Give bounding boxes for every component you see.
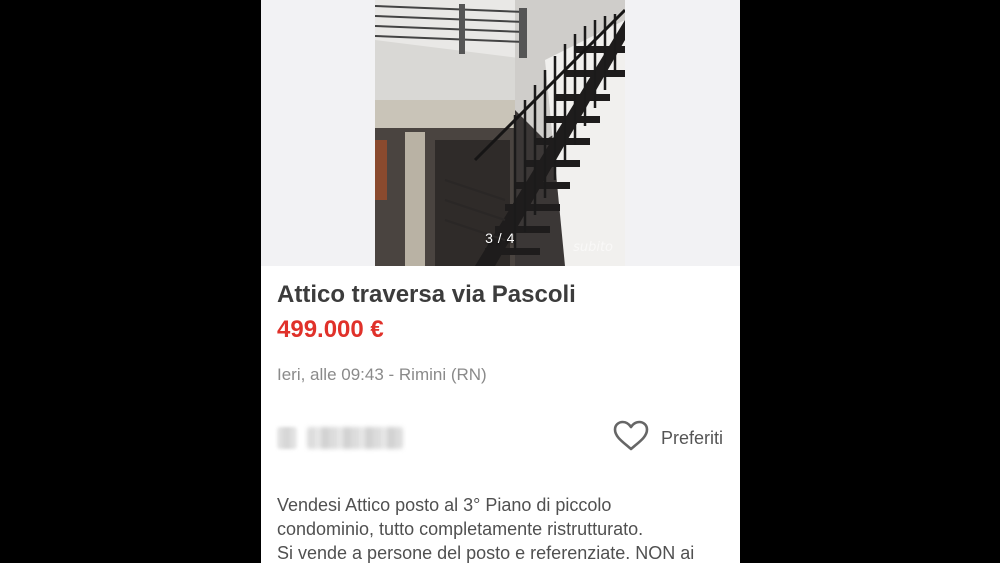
heart-outline-icon — [613, 420, 649, 457]
listing-screen: 3 / 4 subito Attico traversa via Pascoli… — [261, 0, 740, 563]
seller-name-redacted — [307, 427, 403, 449]
seller-info-redacted[interactable] — [277, 423, 405, 453]
photo-gallery[interactable]: 3 / 4 subito — [261, 0, 740, 266]
description-line: condominio, tutto completamente ristrutt… — [277, 519, 644, 539]
listing-date-location: Ieri, alle 09:43 - Rimini (RN) — [277, 365, 487, 384]
favorites-label: Preferiti — [661, 427, 724, 448]
seller-avatar-redacted — [277, 427, 297, 449]
listing-title: Attico traversa via Pascoli — [277, 281, 576, 308]
listing-description: Vendesi Attico posto al 3° Piano di picc… — [277, 493, 729, 563]
listing-photo[interactable]: 3 / 4 subito — [375, 0, 625, 266]
description-line: Vendesi Attico posto al 3° Piano di picc… — [277, 495, 612, 515]
favorites-button[interactable]: Preferiti — [613, 420, 723, 456]
subito-watermark: subito — [573, 240, 613, 255]
staircase-photo — [375, 0, 625, 266]
description-line: Si vende a persone del posto e referenzi… — [277, 543, 695, 563]
listing-price: 499.000 € — [277, 316, 384, 343]
